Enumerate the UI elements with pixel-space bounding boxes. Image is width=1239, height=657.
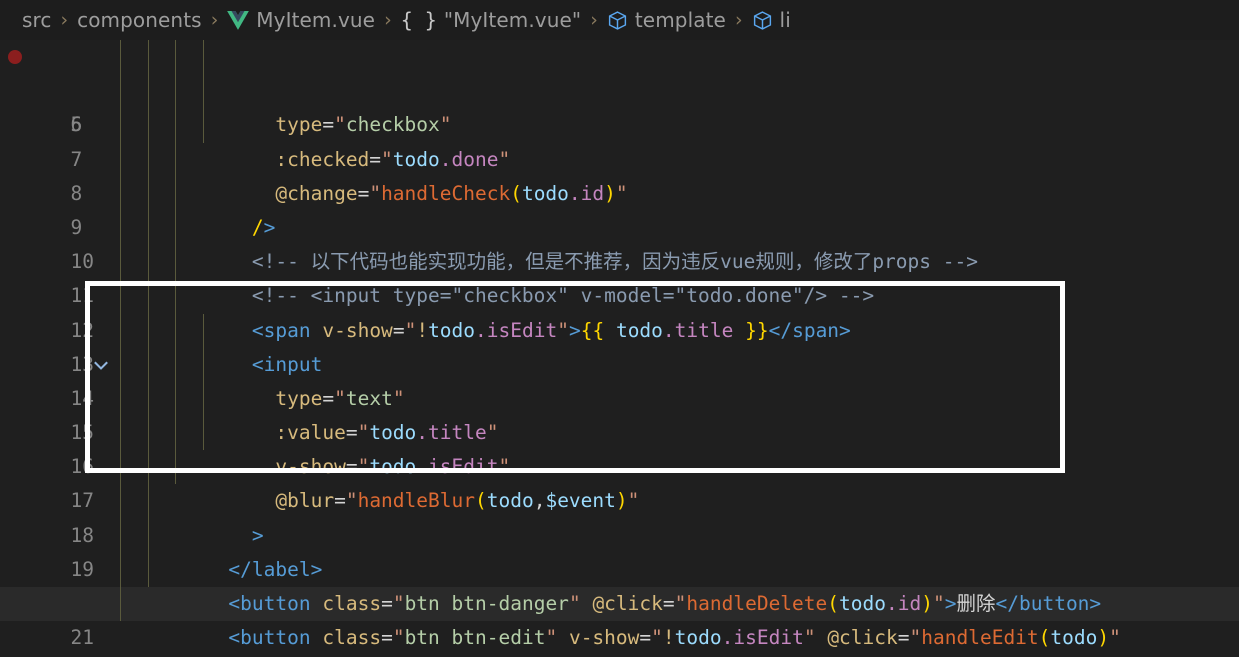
code-tokens: type="checkbox" [275, 113, 452, 137]
code-tokens: </label> [228, 557, 323, 581]
breadcrumb-item-components[interactable]: components [77, 8, 202, 32]
code-tokens: /> [251, 215, 276, 239]
breadcrumb-label: MyItem.vue [256, 8, 376, 32]
line-gutter[interactable]: 22 [0, 621, 84, 655]
code-tokens: v-show="todo.isEdit" [275, 455, 511, 479]
braces-icon: { } [400, 8, 437, 32]
breadcrumb-item-template[interactable]: template [607, 8, 726, 32]
code-tokens: <!-- 以下代码也能实现功能，但是不推荐，因为违反vue规则，修改了props… [181, 250, 978, 274]
line-gutter[interactable]: 6 [0, 74, 84, 136]
code-tokens: @change="handleCheck(todo.id)" [275, 181, 628, 205]
code-line[interactable]: 5 type="checkbox" [0, 40, 1239, 136]
breadcrumb-separator-icon: › [734, 9, 743, 31]
line-gutter[interactable]: 20 [0, 553, 93, 615]
code-tokens: <!-- <input type="checkbox" v-model="tod… [181, 284, 875, 308]
line-gutter[interactable]: 18 [0, 484, 93, 547]
line-gutter[interactable]: 15 [0, 382, 93, 444]
line-gutter[interactable]: 10 [0, 211, 93, 273]
breakpoint-icon[interactable] [8, 50, 22, 65]
line-gutter[interactable]: 13 [0, 314, 93, 376]
code-tokens: > [251, 523, 264, 547]
breadcrumb-item-myitem-vue[interactable]: MyItem.vue [227, 8, 375, 32]
line-gutter[interactable]: 19 [0, 519, 93, 581]
line-gutter[interactable]: 5 [0, 40, 84, 136]
code-content[interactable]: :checked="todo.done" [84, 74, 1239, 171]
line-gutter[interactable]: 12 [0, 279, 108, 370]
breadcrumb-item-symbol-object[interactable]: { } "MyItem.vue" [401, 8, 582, 32]
code-tokens: :value="todo.title" [275, 421, 499, 445]
breadcrumb-label: li [779, 8, 791, 32]
code-editor[interactable]: 5 type="checkbox" 6 :checked="todo.done"… [0, 40, 1239, 657]
line-gutter[interactable]: 11 [0, 245, 93, 307]
code-tokens: @blur="handleBlur(todo,$event)" [275, 489, 640, 513]
breadcrumb-label: components [77, 8, 202, 32]
line-gutter[interactable]: 17 [0, 450, 93, 512]
code-tokens: <button class="btn btn-danger" @click="h… [228, 592, 1102, 616]
breadcrumb-separator-icon: › [384, 9, 392, 31]
line-gutter[interactable]: 14 [0, 348, 93, 410]
symbol-cube-icon [752, 10, 773, 31]
line-gutter[interactable]: 8 [0, 143, 84, 205]
breadcrumb-label: "MyItem.vue" [443, 8, 582, 32]
breadcrumb-label: template [634, 8, 726, 32]
code-tokens: <button class="btn btn-edit" v-show="!to… [228, 626, 1121, 650]
line-gutter[interactable]: 16 [0, 416, 93, 478]
breadcrumb: src › components › MyItem.vue › { } "MyI… [0, 0, 1239, 40]
breadcrumb-item-li[interactable]: li [752, 8, 791, 32]
code-tokens: <input [251, 352, 323, 376]
breadcrumb-label: src [22, 8, 52, 32]
breadcrumb-separator-icon: › [590, 9, 598, 31]
code-tokens: :checked="todo.done" [275, 147, 511, 171]
code-line[interactable]: 6 :checked="todo.done" [0, 74, 1239, 171]
code-content[interactable]: type="checkbox" [84, 40, 1239, 136]
breadcrumb-separator-icon: › [60, 9, 69, 31]
breadcrumb-item-src[interactable]: src [22, 8, 52, 32]
line-gutter[interactable]: 9 [0, 177, 84, 239]
symbol-cube-icon [607, 10, 628, 31]
vue-logo-icon [227, 10, 250, 30]
line-gutter[interactable]: 21 [0, 587, 93, 649]
breadcrumb-separator-icon: › [210, 9, 219, 31]
line-gutter[interactable]: 7 [0, 108, 84, 171]
code-tokens: <span v-show="!todo.isEdit">{{ todo.titl… [251, 318, 851, 342]
code-tokens: type="text" [275, 386, 405, 410]
